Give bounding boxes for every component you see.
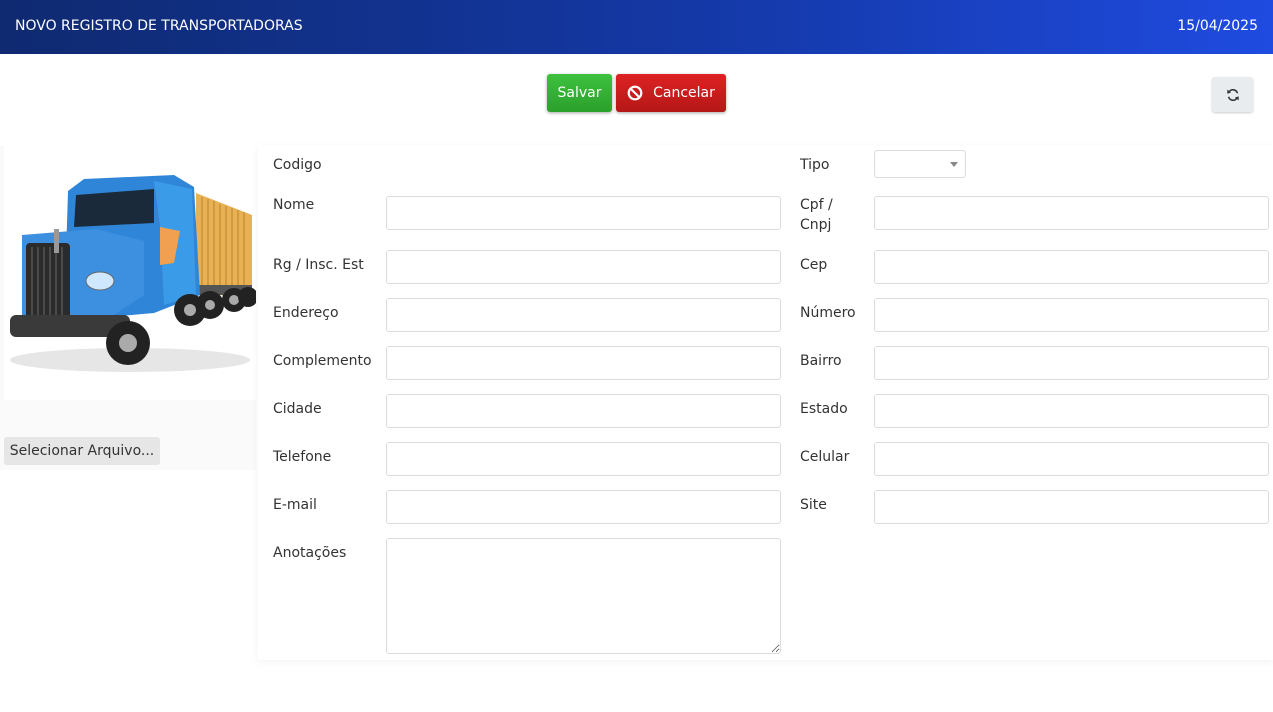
estado-input[interactable]	[874, 394, 1269, 428]
tipo-select[interactable]	[874, 150, 966, 178]
complemento-input[interactable]	[386, 346, 781, 380]
estado-label: Estado	[800, 401, 848, 417]
rg-input[interactable]	[386, 250, 781, 284]
image-panel: Selecionar Arquivo...	[0, 145, 256, 470]
toolbar: Salvar Cancelar	[0, 54, 1273, 134]
endereco-label: Endereço	[273, 305, 339, 321]
refresh-icon	[1226, 88, 1239, 101]
anotacoes-label: Anotações	[273, 545, 347, 561]
numero-label: Número	[800, 305, 856, 321]
email-input[interactable]	[386, 490, 781, 524]
nome-input[interactable]	[386, 196, 781, 230]
save-button-label: Salvar	[557, 85, 602, 101]
bairro-label: Bairro	[800, 353, 842, 369]
celular-input[interactable]	[874, 442, 1269, 476]
endereco-input[interactable]	[386, 298, 781, 332]
refresh-button[interactable]	[1212, 77, 1253, 112]
cpf-label-line2: Cnpj	[800, 217, 832, 233]
telefone-input[interactable]	[386, 442, 781, 476]
complemento-label: Complemento	[273, 353, 372, 369]
truck-image	[4, 145, 256, 400]
cep-input[interactable]	[874, 250, 1269, 284]
nome-label: Nome	[273, 197, 315, 213]
cep-label: Cep	[800, 257, 828, 273]
celular-label: Celular	[800, 449, 850, 465]
telefone-label: Telefone	[273, 449, 332, 465]
cidade-input[interactable]	[386, 394, 781, 428]
select-file-button[interactable]: Selecionar Arquivo...	[4, 437, 160, 465]
form-panel: Codigo Tipo Nome Cpf / Cnpj Rg / Insc. E…	[258, 145, 1273, 660]
cancel-button-label: Cancelar	[653, 85, 715, 101]
cpf-label-line1: Cpf /	[800, 197, 833, 213]
site-label: Site	[800, 497, 827, 513]
page-title: NOVO REGISTRO DE TRANSPORTADORAS	[15, 18, 303, 34]
bairro-input[interactable]	[874, 346, 1269, 380]
tipo-label: Tipo	[800, 157, 830, 173]
codigo-label: Codigo	[273, 157, 322, 173]
email-label: E-mail	[273, 497, 317, 513]
site-input[interactable]	[874, 490, 1269, 524]
ban-icon	[627, 85, 643, 101]
rg-label: Rg / Insc. Est	[273, 257, 364, 273]
save-button[interactable]: Salvar	[547, 74, 612, 112]
header-bar: NOVO REGISTRO DE TRANSPORTADORAS 15/04/2…	[0, 0, 1273, 54]
cancel-button[interactable]: Cancelar	[616, 74, 726, 112]
cidade-label: Cidade	[273, 401, 322, 417]
numero-input[interactable]	[874, 298, 1269, 332]
caret-down-icon	[950, 162, 958, 167]
header-date: 15/04/2025	[1177, 18, 1258, 34]
anotacoes-textarea[interactable]	[386, 538, 781, 654]
cpf-cnpj-input[interactable]	[874, 196, 1269, 230]
